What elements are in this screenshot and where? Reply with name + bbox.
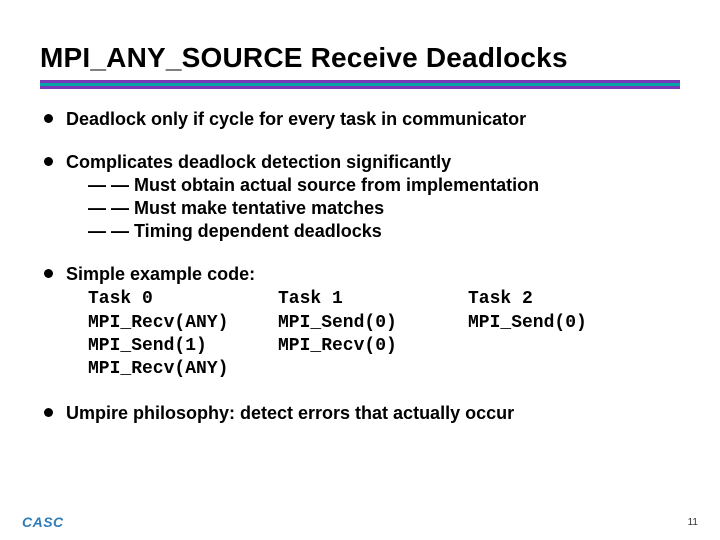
task1-line1: MPI_Send(0) (278, 312, 468, 335)
bullet-1-text: Deadlock only if cycle for every task in… (66, 109, 526, 129)
task2-line1: MPI_Send(0) (468, 312, 658, 335)
bullet-4-text: Umpire philosophy: detect errors that ac… (66, 403, 514, 423)
task0-line2: MPI_Send(1) (88, 335, 278, 358)
bullet-2-sub-2: — Must make tentative matches (88, 197, 680, 220)
bullet-3: Simple example code: Task 0 MPI_Recv(ANY… (40, 263, 680, 382)
task2-header: Task 2 (468, 288, 658, 311)
task1-header: Task 1 (278, 288, 468, 311)
slide: MPI_ANY_SOURCE Receive Deadlocks Deadloc… (0, 0, 720, 540)
bullet-2-sub-1: — Must obtain actual source from impleme… (88, 174, 680, 197)
task0-header: Task 0 (88, 288, 278, 311)
title-rule (40, 80, 680, 90)
bullet-1: Deadlock only if cycle for every task in… (40, 108, 680, 131)
bullet-3-text: Simple example code: (66, 264, 255, 284)
task0-line3: MPI_Recv(ANY) (88, 358, 278, 381)
task0-line1: MPI_Recv(ANY) (88, 312, 278, 335)
bullet-list: Deadlock only if cycle for every task in… (40, 108, 680, 425)
bullet-2-sub-3: — Timing dependent deadlocks (88, 220, 680, 243)
page-number: 11 (688, 517, 698, 528)
bullet-2-text: Complicates deadlock detection significa… (66, 152, 451, 172)
bullet-4: Umpire philosophy: detect errors that ac… (40, 402, 680, 425)
example-col-2: Task 1 MPI_Send(0) MPI_Recv(0) (278, 288, 468, 382)
example-code: Task 0 MPI_Recv(ANY) MPI_Send(1) MPI_Rec… (88, 288, 680, 382)
example-col-1: Task 0 MPI_Recv(ANY) MPI_Send(1) MPI_Rec… (88, 288, 278, 382)
example-col-3: Task 2 MPI_Send(0) (468, 288, 658, 382)
bullet-2: Complicates deadlock detection significa… (40, 151, 680, 243)
footer-logo-text: CASC (22, 514, 64, 530)
task1-line2: MPI_Recv(0) (278, 335, 468, 358)
page-title: MPI_ANY_SOURCE Receive Deadlocks (40, 42, 680, 74)
